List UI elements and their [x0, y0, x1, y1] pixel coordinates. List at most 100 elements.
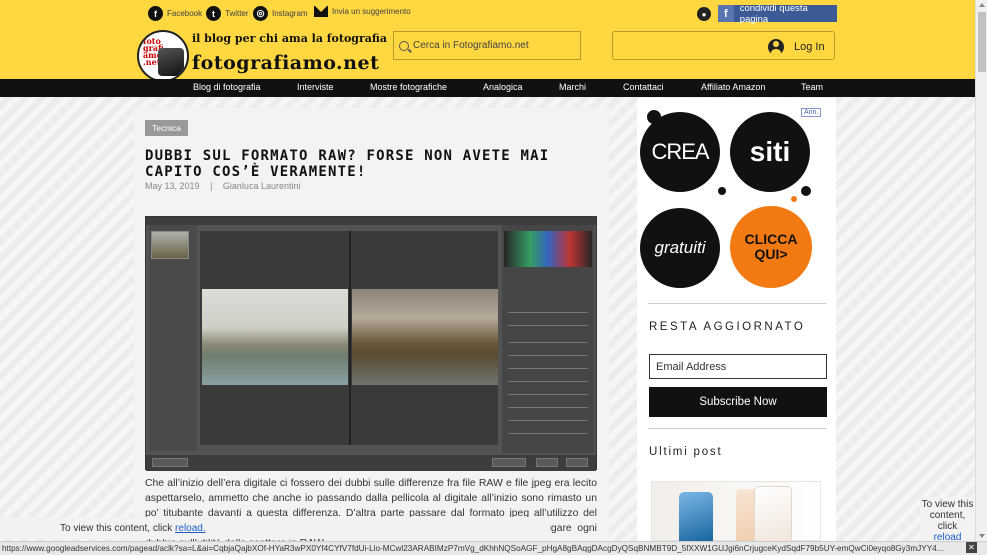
facebook-link[interactable]: f Facebook [148, 6, 202, 21]
share-page-button[interactable]: f condividi questa pagina [718, 2, 837, 25]
instagram-label: Instagram [272, 9, 308, 18]
nav-amazon[interactable]: Affiliato Amazon [701, 82, 765, 92]
article-image [145, 216, 597, 471]
panel-slider [508, 368, 588, 369]
article-author[interactable]: Gianluca Laurentini [223, 181, 301, 191]
site-logo[interactable]: foto grafi amo .net [137, 30, 189, 82]
close-icon[interactable]: ✕ [966, 542, 977, 553]
ad-bubble-crea-label: CREA [651, 139, 709, 164]
ad-decor-dot [801, 186, 811, 196]
ad-bubble-gratuiti-label: gratuiti [654, 238, 706, 257]
blocked-text-right: To view this content, click [921, 499, 974, 532]
top-social-bar: f Facebook t Twitter ◎ Instagram Invia u… [0, 0, 975, 28]
nav-interviste[interactable]: Interviste [297, 82, 334, 92]
before-photo [202, 289, 348, 385]
after-photo [352, 289, 498, 385]
histogram [504, 231, 592, 267]
sidebar-divider [648, 303, 826, 304]
twitter-label: Twitter [225, 9, 249, 18]
panel-slider [508, 342, 588, 343]
reload-link[interactable]: reload. [175, 523, 206, 534]
nav-analogica[interactable]: Analogica [483, 82, 523, 92]
editor-bottom-bar [146, 455, 596, 471]
logotype[interactable]: fotografiamo.net [192, 52, 379, 74]
status-url: https://www.googleadservices.com/pagead/… [2, 544, 944, 553]
scroll-thumb[interactable] [978, 12, 986, 72]
article-meta: May 13, 2019 | Gianluca Laurentini [145, 181, 300, 191]
email-field[interactable]: Email Address [649, 354, 827, 379]
panel-slider [508, 381, 588, 382]
rss-icon[interactable]: ● [697, 7, 711, 21]
sidebar-divider [648, 428, 826, 429]
browser-status-bar: https://www.googleadservices.com/pagead/… [0, 541, 987, 555]
facebook-icon: f [148, 6, 163, 21]
main-nav: Blog di fotografia Interviste Mostre fot… [0, 79, 975, 97]
search-icon [399, 40, 409, 51]
panel-slider [508, 312, 588, 313]
panel-slider [508, 433, 588, 434]
suggestion-link[interactable]: Invia un suggerimento [314, 6, 411, 17]
page-scrollbar[interactable] [975, 0, 987, 541]
nav-contattaci[interactable]: Contattaci [623, 82, 664, 92]
ad-bubble-siti[interactable]: siti [730, 112, 810, 192]
search-placeholder: Cerca in Fotografiamo.net [413, 40, 529, 51]
article-date: May 13, 2019 [145, 181, 200, 191]
logo-photographer-image [158, 48, 184, 76]
panel-slider [508, 394, 588, 395]
editor-button [152, 458, 188, 467]
editor-button [566, 458, 588, 467]
article-title: Dubbi sul formato RAW? Forse non avete m… [145, 148, 550, 180]
nav-mostre[interactable]: Mostre fotografiche [370, 82, 447, 92]
instagram-link[interactable]: ◎ Instagram [253, 6, 308, 21]
search-input[interactable]: Cerca in Fotografiamo.net [393, 31, 581, 60]
facebook-label: Facebook [167, 9, 203, 18]
instagram-icon: ◎ [253, 6, 268, 21]
user-avatar-icon [768, 39, 784, 55]
meta-separator: | [210, 181, 213, 191]
login-button[interactable]: Log In [768, 39, 825, 55]
panel-slider [508, 325, 588, 326]
envelope-icon [314, 6, 328, 17]
recent-posts-heading: Ultimi post [649, 446, 723, 458]
article-body: Che all’inizio dell’era digitale ci foss… [145, 478, 597, 549]
panel-slider [508, 407, 588, 408]
email-placeholder: Email Address [656, 360, 727, 373]
scroll-up-icon[interactable] [979, 3, 985, 7]
ad-bubble-siti-label: siti [749, 136, 791, 167]
blocked-text: To view this content, click [60, 522, 173, 534]
ad-decor-dot [791, 196, 797, 202]
share-label: condividi questa pagina [739, 2, 808, 25]
ad-bubble-clicca-label: CLICCA QUI> [744, 231, 798, 262]
ad-badge[interactable]: Ann. [801, 108, 822, 117]
editor-button [492, 458, 526, 467]
filmstrip-thumbnail [151, 231, 189, 259]
nav-blog[interactable]: Blog di fotografia [193, 82, 261, 92]
phone-image [679, 492, 713, 547]
phone-image [754, 486, 792, 546]
suggestion-label: Invia un suggerimento [332, 7, 411, 16]
panel-slider [508, 420, 588, 421]
tagline: il blog per chi ama la fotografia [192, 32, 388, 45]
login-label: Log In [794, 41, 825, 53]
twitter-icon: t [206, 6, 221, 21]
panel-slider [508, 355, 588, 356]
ad-bubble-gratuiti[interactable]: gratuiti [640, 208, 720, 288]
newsletter-heading: RESTA AGGIORNATO [649, 321, 806, 333]
nav-team[interactable]: Team [801, 82, 823, 92]
ad-bubble-crea[interactable]: CREA [640, 112, 720, 192]
blocked-content-notice-right: To view this content, click reload [920, 497, 975, 543]
twitter-link[interactable]: t Twitter [206, 6, 249, 21]
blocked-content-notice: To view this content, click reload. [0, 517, 550, 539]
editor-button [536, 458, 558, 467]
site-header: foto grafi amo .net il blog per chi ama … [0, 28, 975, 82]
ad-bubble-clicca-qui[interactable]: CLICCA QUI> [730, 206, 812, 288]
facebook-share-icon: f [718, 5, 734, 22]
before-after-divider [349, 231, 351, 445]
subscribe-button[interactable]: Subscribe Now [649, 387, 827, 417]
category-badge[interactable]: Tecnica [145, 120, 188, 136]
scroll-down-icon[interactable] [979, 534, 985, 538]
ad-decor-dot [718, 187, 726, 195]
editor-toolbar [146, 217, 596, 225]
nav-marchi[interactable]: Marchi [559, 82, 586, 92]
subscribe-label: Subscribe Now [699, 396, 777, 408]
